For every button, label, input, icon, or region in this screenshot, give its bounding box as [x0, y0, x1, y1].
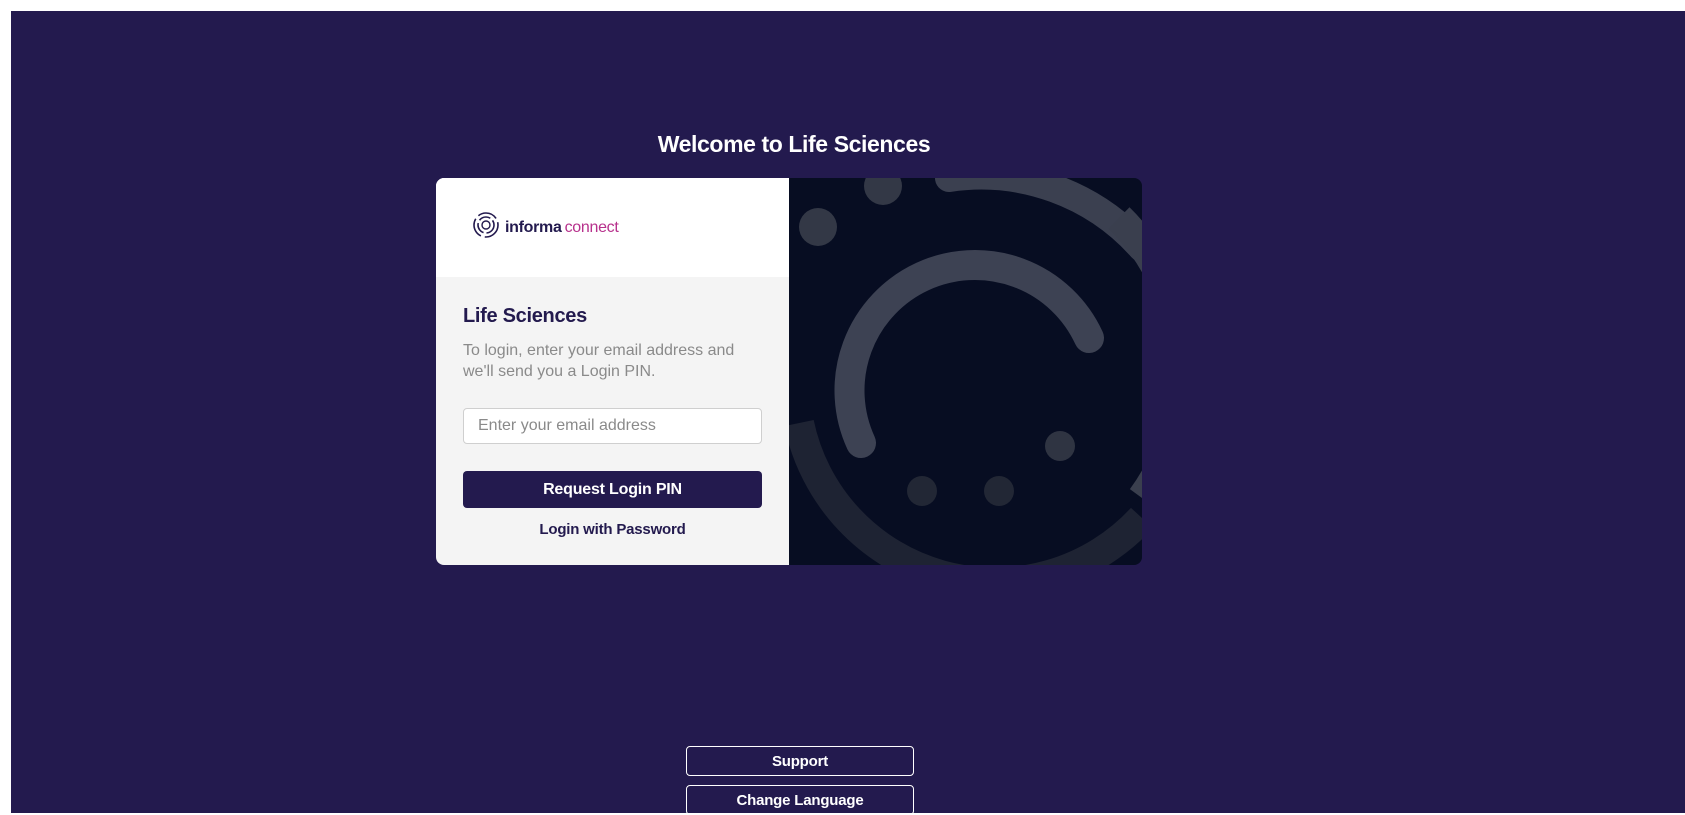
logo-text-connect: connect: [564, 218, 619, 236]
email-field[interactable]: [463, 408, 762, 444]
informa-swirl-icon: [472, 211, 500, 244]
decorative-graphic-panel: [789, 178, 1142, 565]
logo-text-informa: informa: [505, 218, 562, 236]
request-login-pin-button[interactable]: Request Login PIN: [463, 471, 762, 508]
form-description: To login, enter your email address and w…: [463, 342, 735, 380]
support-button[interactable]: Support: [686, 746, 914, 776]
login-form: Life Sciences To login, enter your email…: [436, 277, 789, 538]
login-card: informa connect Life Sciences To login, …: [436, 178, 1142, 565]
informa-connect-logo: informa connect: [472, 211, 619, 244]
logo-bar: informa connect: [436, 178, 789, 277]
decorative-rings-graphic: [789, 178, 1142, 565]
login-panel: informa connect Life Sciences To login, …: [436, 178, 789, 565]
welcome-title: Welcome to Life Sciences: [657, 131, 931, 157]
form-title: Life Sciences: [463, 305, 587, 327]
change-language-button[interactable]: Change Language: [686, 785, 914, 815]
login-page: Welcome to Life Sciences informa connect: [11, 11, 1685, 815]
login-with-password-link[interactable]: Login with Password: [463, 521, 762, 538]
